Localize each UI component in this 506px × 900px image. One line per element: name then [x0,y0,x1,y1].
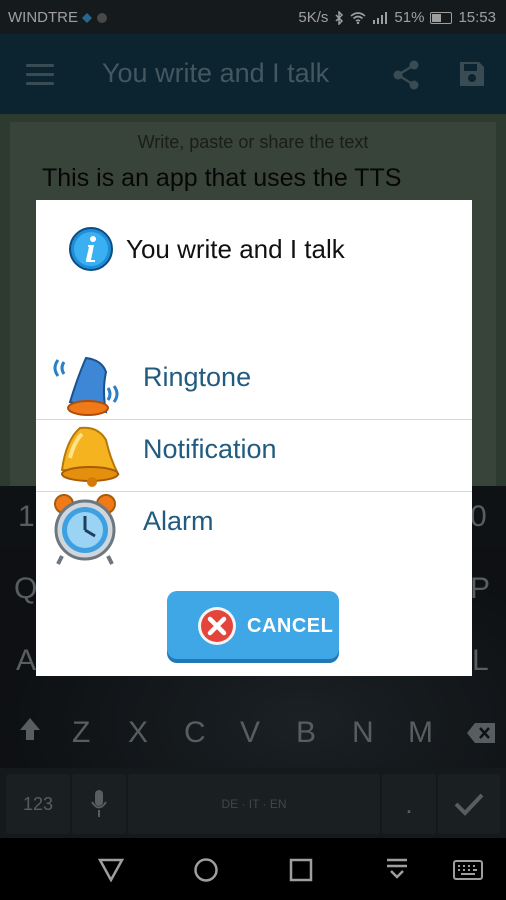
voice-input-key[interactable] [72,774,126,834]
status-bar: WINDTRE 5K/s 51% 15:53 [0,0,506,34]
dialog-title: You write and I talk [126,233,345,264]
close-icon [198,607,236,645]
shift-icon[interactable] [18,716,42,742]
option-notification-label: Notification [143,434,277,464]
key-m[interactable]: M [408,716,433,750]
cancel-button[interactable]: CANCEL [167,591,339,659]
network-speed: 5K/s [298,9,329,26]
key-v[interactable]: V [240,716,260,750]
share-icon[interactable] [392,60,420,90]
alarm-clock-icon [54,494,116,565]
key-a[interactable]: A [16,644,36,678]
recents-icon[interactable] [289,858,313,882]
microphone-icon [91,790,107,817]
carrier-label: WINDTRE [8,9,78,26]
checkmark-icon [454,793,484,816]
home-icon[interactable] [193,857,219,883]
option-ringtone-label: Ringtone [143,362,252,392]
option-alarm-label: Alarm [143,506,214,536]
battery-icon [430,11,453,24]
bell-icon [60,426,120,487]
key-b[interactable]: B [296,716,316,750]
save-icon[interactable] [458,60,486,88]
info-icon [69,227,113,271]
bluetooth-icon [335,10,344,25]
symbols-key[interactable]: 123 [6,774,70,834]
key-0[interactable]: 0 [470,500,487,534]
battery-percent: 51% [394,9,425,26]
key-n[interactable]: N [352,716,374,750]
period-key[interactable]: . [382,774,436,834]
key-z[interactable]: Z [72,716,90,750]
backspace-icon[interactable] [466,722,496,744]
app-title: You write and I talk [102,58,330,88]
option-alarm[interactable]: Alarm [36,488,472,565]
text-hint: Write, paste or share the text [137,132,369,152]
app-bar: You write and I talk [0,34,506,114]
wifi-icon [350,11,366,24]
text-editor[interactable]: This is an app that uses the TTS [42,164,401,193]
cell-signal-icon [373,11,388,24]
notification-pulldown-icon[interactable] [386,858,408,882]
ringtone-dialog: You write and I talk Ringtone Notificati… [36,200,472,676]
option-notification[interactable]: Notification [36,416,472,488]
clock: 15:53 [458,9,496,26]
dialog-header: You write and I talk [68,226,345,272]
key-p[interactable]: P [470,572,490,606]
app-notification-icon [97,12,107,23]
key-1[interactable]: 1 [18,500,35,534]
key-c[interactable]: C [184,716,206,750]
menu-icon[interactable] [26,64,54,85]
option-ringtone[interactable]: Ringtone [36,344,472,416]
key-l[interactable]: L [472,644,489,678]
space-key[interactable]: DE · IT · EN [128,774,380,834]
signal-icon [82,12,92,23]
back-icon[interactable] [98,858,124,882]
key-x[interactable]: X [128,716,148,750]
bell-ringing-icon [53,356,119,416]
cancel-label: CANCEL [247,615,334,637]
enter-key[interactable] [438,774,500,834]
key-q[interactable]: Q [14,572,37,606]
navigation-bar [0,838,506,900]
keyboard-switch-icon[interactable] [453,860,483,880]
